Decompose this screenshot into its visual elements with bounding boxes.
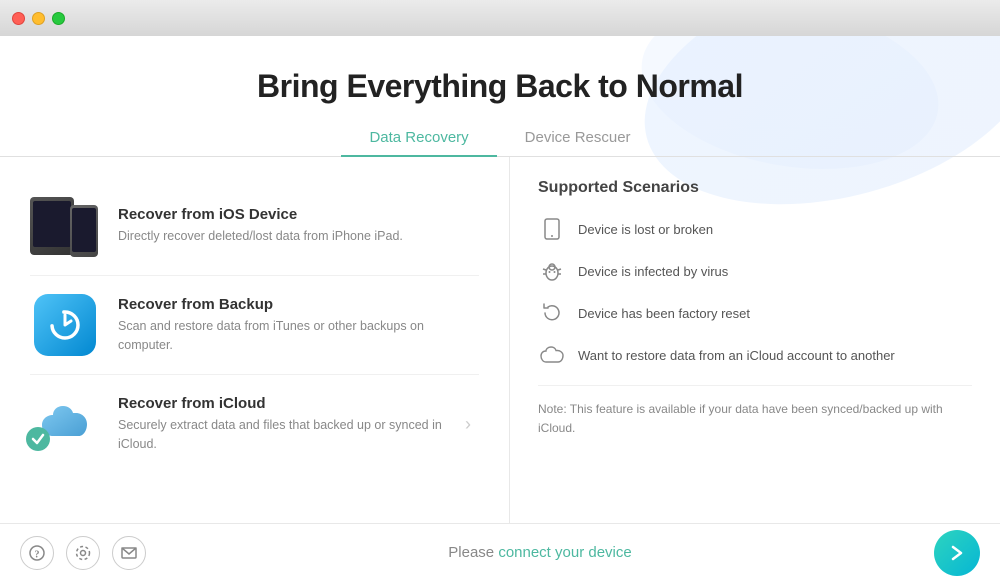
right-panel: Supported Scenarios Device is lost or br… [510, 157, 1000, 523]
reset-icon [538, 299, 566, 327]
cloud-icon [538, 341, 566, 369]
bug-icon [538, 257, 566, 285]
next-arrow-icon [947, 543, 967, 563]
iphone-shape [70, 205, 98, 257]
title-bar [0, 0, 1000, 36]
ios-device-desc: Directly recover deleted/lost data from … [118, 227, 403, 246]
backup-icon [30, 290, 100, 360]
close-button[interactable] [12, 12, 25, 25]
backup-desc: Scan and restore data from iTunes or oth… [118, 317, 479, 355]
scenario-icloud-restore: Want to restore data from an iCloud acco… [538, 341, 972, 369]
icloud-title: Recover from iCloud [118, 395, 479, 412]
scenario-lost-broken: Device is lost or broken [538, 215, 972, 243]
mail-icon [121, 545, 137, 561]
backup-text: Recover from Backup Scan and restore dat… [118, 296, 479, 355]
tabs-container: Data Recovery Device Rescuer [0, 121, 1000, 157]
maximize-button[interactable] [52, 12, 65, 25]
scenarios-title: Supported Scenarios [538, 179, 972, 197]
help-button[interactable]: ? [20, 536, 54, 570]
next-button[interactable] [934, 530, 980, 576]
scenario-icloud-text: Want to restore data from an iCloud acco… [578, 348, 895, 363]
note-text: Note: This feature is available if your … [538, 385, 972, 438]
header: Bring Everything Back to Normal [0, 36, 1000, 105]
minimize-button[interactable] [32, 12, 45, 25]
icloud-icon [30, 389, 100, 459]
scenario-factory-reset: Device has been factory reset [538, 299, 972, 327]
settings-button[interactable] [66, 536, 100, 570]
settings-icon [75, 545, 91, 561]
option-ios-device[interactable]: Recover from iOS Device Directly recover… [30, 177, 479, 276]
checkmark-svg [31, 432, 45, 446]
icloud-desc: Securely extract data and files that bac… [118, 416, 479, 454]
bottom-status: Please connect your device [146, 544, 934, 561]
tab-device-rescuer[interactable]: Device Rescuer [497, 121, 659, 156]
main-content: Bring Everything Back to Normal Data Rec… [0, 36, 1000, 581]
icloud-text: Recover from iCloud Securely extract dat… [118, 395, 479, 454]
ios-device-title: Recover from iOS Device [118, 206, 403, 223]
status-highlight: connect your device [498, 544, 631, 561]
bottom-bar: ? Please connect your device [0, 523, 1000, 581]
phone-icon [538, 215, 566, 243]
scenario-virus: Device is infected by virus [538, 257, 972, 285]
mail-button[interactable] [112, 536, 146, 570]
svg-text:?: ? [35, 549, 40, 560]
ipad-shape [30, 197, 74, 255]
tab-data-recovery[interactable]: Data Recovery [341, 121, 496, 156]
ios-device-text: Recover from iOS Device Directly recover… [118, 206, 403, 246]
content-area: Recover from iOS Device Directly recover… [0, 157, 1000, 523]
scenario-reset-text: Device has been factory reset [578, 306, 750, 321]
backup-svg [47, 307, 83, 343]
bottom-icons: ? [20, 536, 146, 570]
backup-title: Recover from Backup [118, 296, 479, 313]
main-title: Bring Everything Back to Normal [0, 68, 1000, 105]
help-icon: ? [29, 545, 45, 561]
option-arrow-icon: › [465, 414, 471, 435]
option-backup[interactable]: Recover from Backup Scan and restore dat… [30, 276, 479, 375]
traffic-lights [12, 12, 65, 25]
option-icloud[interactable]: Recover from iCloud Securely extract dat… [30, 375, 479, 473]
icloud-checkmark [26, 427, 50, 451]
left-panel: Recover from iOS Device Directly recover… [0, 157, 510, 523]
scenario-virus-text: Device is infected by virus [578, 264, 728, 279]
ios-device-icon [30, 191, 100, 261]
scenario-lost-text: Device is lost or broken [578, 222, 713, 237]
